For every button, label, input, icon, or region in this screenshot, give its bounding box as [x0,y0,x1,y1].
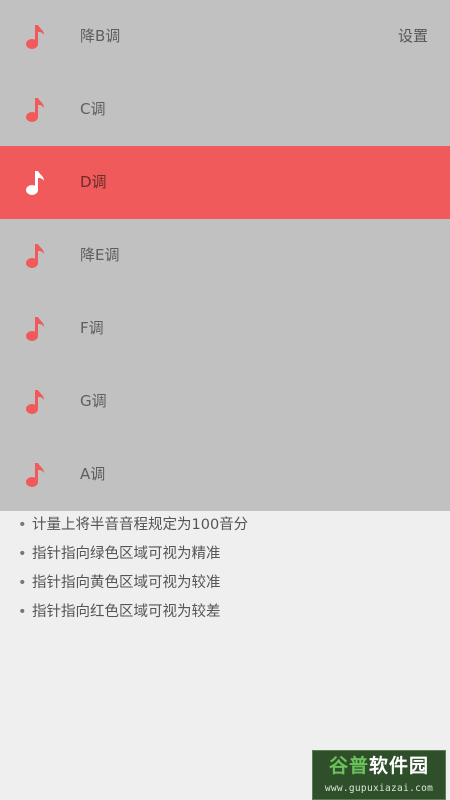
key-row-a[interactable]: A调 [0,438,450,511]
tip-text: 指针指向红色区域可视为较差 [32,604,221,620]
music-note-icon [26,390,44,414]
tip-text: 指针指向绿色区域可视为精准 [32,546,221,562]
music-note-icon [26,463,44,487]
music-note-icon [26,25,44,49]
key-label: 降E调 [80,246,120,264]
key-label: F调 [80,319,104,337]
watermark-url: www.gupuxiazai.com [324,783,434,794]
music-note-icon [26,171,44,195]
bullet: • [18,546,27,562]
tip-item: • 指针指向黄色区域可视为较准 [18,569,438,598]
tips-list: • 计量上将半音音程规定为100音分 • 指针指向绿色区域可视为精准 • 指针指向黄色… [18,511,438,627]
key-row-g[interactable]: G调 [0,365,450,438]
key-label: G调 [80,392,107,410]
music-note-icon [26,317,44,341]
bullet: • [18,517,27,533]
tip-item: • 指针指向红色区域可视为较差 [18,598,438,627]
key-row-c[interactable]: C调 [0,73,450,146]
key-row-bflat[interactable]: 降B调 设置 [0,0,450,73]
key-label: 降B调 [80,27,121,45]
key-row-d[interactable]: D调 [0,146,450,219]
tip-item: • 指针指向绿色区域可视为精准 [18,540,438,569]
music-note-icon [26,98,44,122]
watermark-logo: 谷普软件园 www.gupuxiazai.com [312,750,446,800]
watermark-title: 谷普软件园 [328,755,430,777]
tip-text: 计量上将半音音程规定为100音分 [32,517,249,533]
music-note-icon [26,244,44,268]
key-list: 降B调 设置 C调 D调 降E调 F调 G调 A调 [0,0,450,511]
settings-button[interactable]: 设置 [398,0,428,73]
key-row-f[interactable]: F调 [0,292,450,365]
key-label: C调 [80,100,106,118]
key-row-eflat[interactable]: 降E调 [0,219,450,292]
key-label: D调 [80,173,107,191]
bullet: • [18,575,27,591]
bullet: • [18,604,27,620]
key-label: A调 [80,465,106,483]
tip-item: • 计量上将半音音程规定为100音分 [18,511,438,540]
tip-text: 指针指向黄色区域可视为较准 [32,575,221,591]
